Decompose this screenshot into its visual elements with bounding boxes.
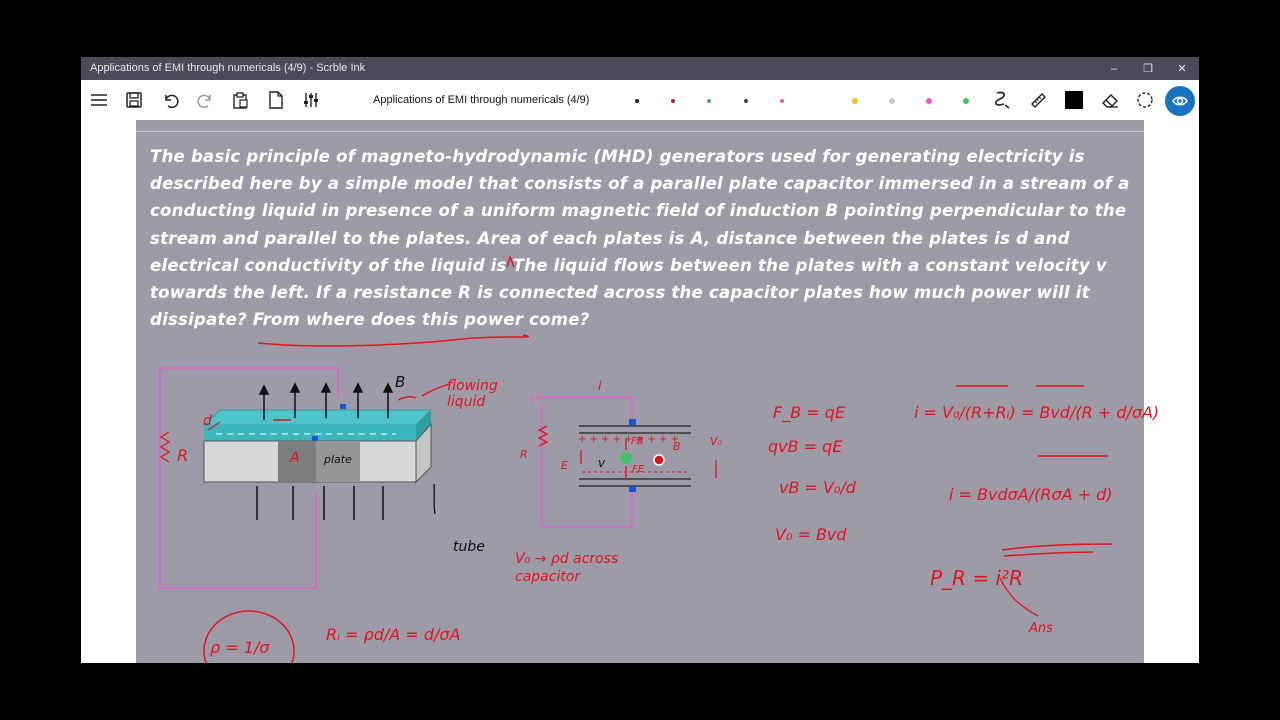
highlighter-yellow[interactable] — [852, 98, 858, 104]
pen-color-pink[interactable] — [780, 99, 784, 103]
hw-cap-e: E — [561, 459, 568, 472]
view-icon[interactable] — [1165, 86, 1195, 116]
hw-label-b: B — [395, 373, 406, 391]
ink-charge — [620, 452, 632, 464]
undo-icon[interactable] — [159, 89, 181, 111]
ink-cap-wire-bottom — [541, 403, 633, 528]
ink-circuit-wire-top — [160, 367, 339, 398]
hw-cap-fe: FE — [632, 464, 645, 475]
hw-flowing-liquid: flowing liquid — [447, 378, 498, 410]
ink-underline — [257, 334, 530, 347]
hw-ans: Ans — [1029, 621, 1053, 636]
menu-icon[interactable] — [88, 89, 110, 111]
pen-color-black[interactable] — [635, 99, 639, 103]
ink-b-pointer — [397, 395, 417, 401]
hw-eq-qvb: qvB = qE — [768, 437, 843, 456]
pen-color-green[interactable] — [707, 99, 711, 103]
ink-liquid-top — [202, 409, 433, 426]
ink-cap-contact-bottom — [629, 486, 636, 492]
ink-ans-underline — [1001, 543, 1113, 557]
ink-b-into-page — [653, 454, 665, 466]
pen-color-dark[interactable] — [744, 99, 748, 103]
hw-internal-resistance: Rᵢ = ρd/A = d/σA — [326, 625, 461, 644]
color-swatch-icon[interactable] — [1063, 89, 1085, 111]
hw-cap-r: R — [520, 448, 528, 461]
hw-power: P_R = i²R — [930, 566, 1023, 590]
restore-button[interactable]: ❐ — [1131, 57, 1165, 80]
hw-rho-def: ρ = 1/σ — [210, 638, 270, 657]
hw-label-tube: tube — [453, 539, 485, 555]
hw-eq-fb: F_B = qE — [773, 403, 846, 422]
ink-canvas[interactable]: The basic principle of magneto-hydrodyna… — [136, 120, 1159, 663]
hw-eq-vb: vB = V₀/d — [779, 478, 856, 497]
ink-cap-resistor — [537, 425, 549, 447]
app-window: Applications of EMI through numericals (… — [81, 57, 1199, 663]
save-icon[interactable] — [123, 89, 145, 111]
ruler-icon[interactable] — [1027, 89, 1049, 111]
hw-cap-fb: FB — [631, 436, 644, 447]
paste-icon[interactable] — [229, 89, 251, 111]
ink-cap-plate-top — [579, 425, 691, 434]
close-button[interactable]: ✕ — [1165, 57, 1199, 80]
ink-contact-bottom — [312, 436, 318, 441]
window-title: Applications of EMI through numericals (… — [90, 62, 366, 74]
hw-label-a: A — [290, 450, 300, 466]
hw-current-2: i = BvdσA/(RσA + d) — [949, 485, 1113, 504]
redo-icon[interactable] — [195, 89, 217, 111]
ink-sigma-caret — [506, 254, 515, 268]
hw-cap-v0: V₀ — [710, 435, 722, 448]
toolbar: Applications of EMI through numericals (… — [81, 80, 1199, 120]
pen-icon[interactable] — [991, 89, 1013, 111]
ink-resistor — [159, 431, 171, 463]
highlighter-magenta[interactable] — [926, 98, 932, 104]
document-title: Applications of EMI through numericals (… — [373, 94, 590, 106]
highlighter-gray[interactable] — [889, 98, 895, 104]
hw-cap-i: i — [598, 379, 602, 394]
hw-cap-v: v — [598, 456, 606, 470]
pen-color-red[interactable] — [671, 99, 675, 103]
hw-label-d: d — [203, 413, 212, 429]
svg-text:+ + + + + + + + +: + + + + + + + + + — [578, 434, 679, 445]
hw-cap-b: B — [673, 440, 681, 453]
ink-flow-pointer — [421, 383, 451, 397]
hw-eq-v0: V₀ = Bvd — [775, 525, 847, 544]
ink-cap-wire-top — [531, 396, 633, 415]
title-bar: Applications of EMI through numericals (… — [81, 57, 1199, 80]
hw-v0-note: V₀ → ρd across capacitor — [515, 551, 619, 585]
ink-cap-plate-bottom — [579, 478, 691, 487]
minimize-button[interactable]: – — [1097, 57, 1131, 80]
ink-liquid-front — [204, 425, 416, 441]
lasso-icon[interactable] — [1134, 89, 1156, 111]
highlighter-green[interactable] — [963, 98, 969, 104]
page-icon[interactable] — [265, 89, 287, 111]
ink-contact-top — [340, 404, 346, 409]
ink-cap-contact-top — [629, 419, 636, 425]
hw-current-1: i = V₀/(R+Rᵢ) = Bvd/(R + d/σA) — [914, 403, 1160, 422]
settings-sliders-icon[interactable] — [300, 89, 322, 111]
ink-tube-pointer — [433, 483, 436, 515]
eraser-icon[interactable] — [1099, 89, 1121, 111]
hw-label-plate: plate — [324, 453, 352, 466]
hw-label-r: R — [177, 446, 189, 465]
ink-field-lines-below — [256, 486, 384, 520]
